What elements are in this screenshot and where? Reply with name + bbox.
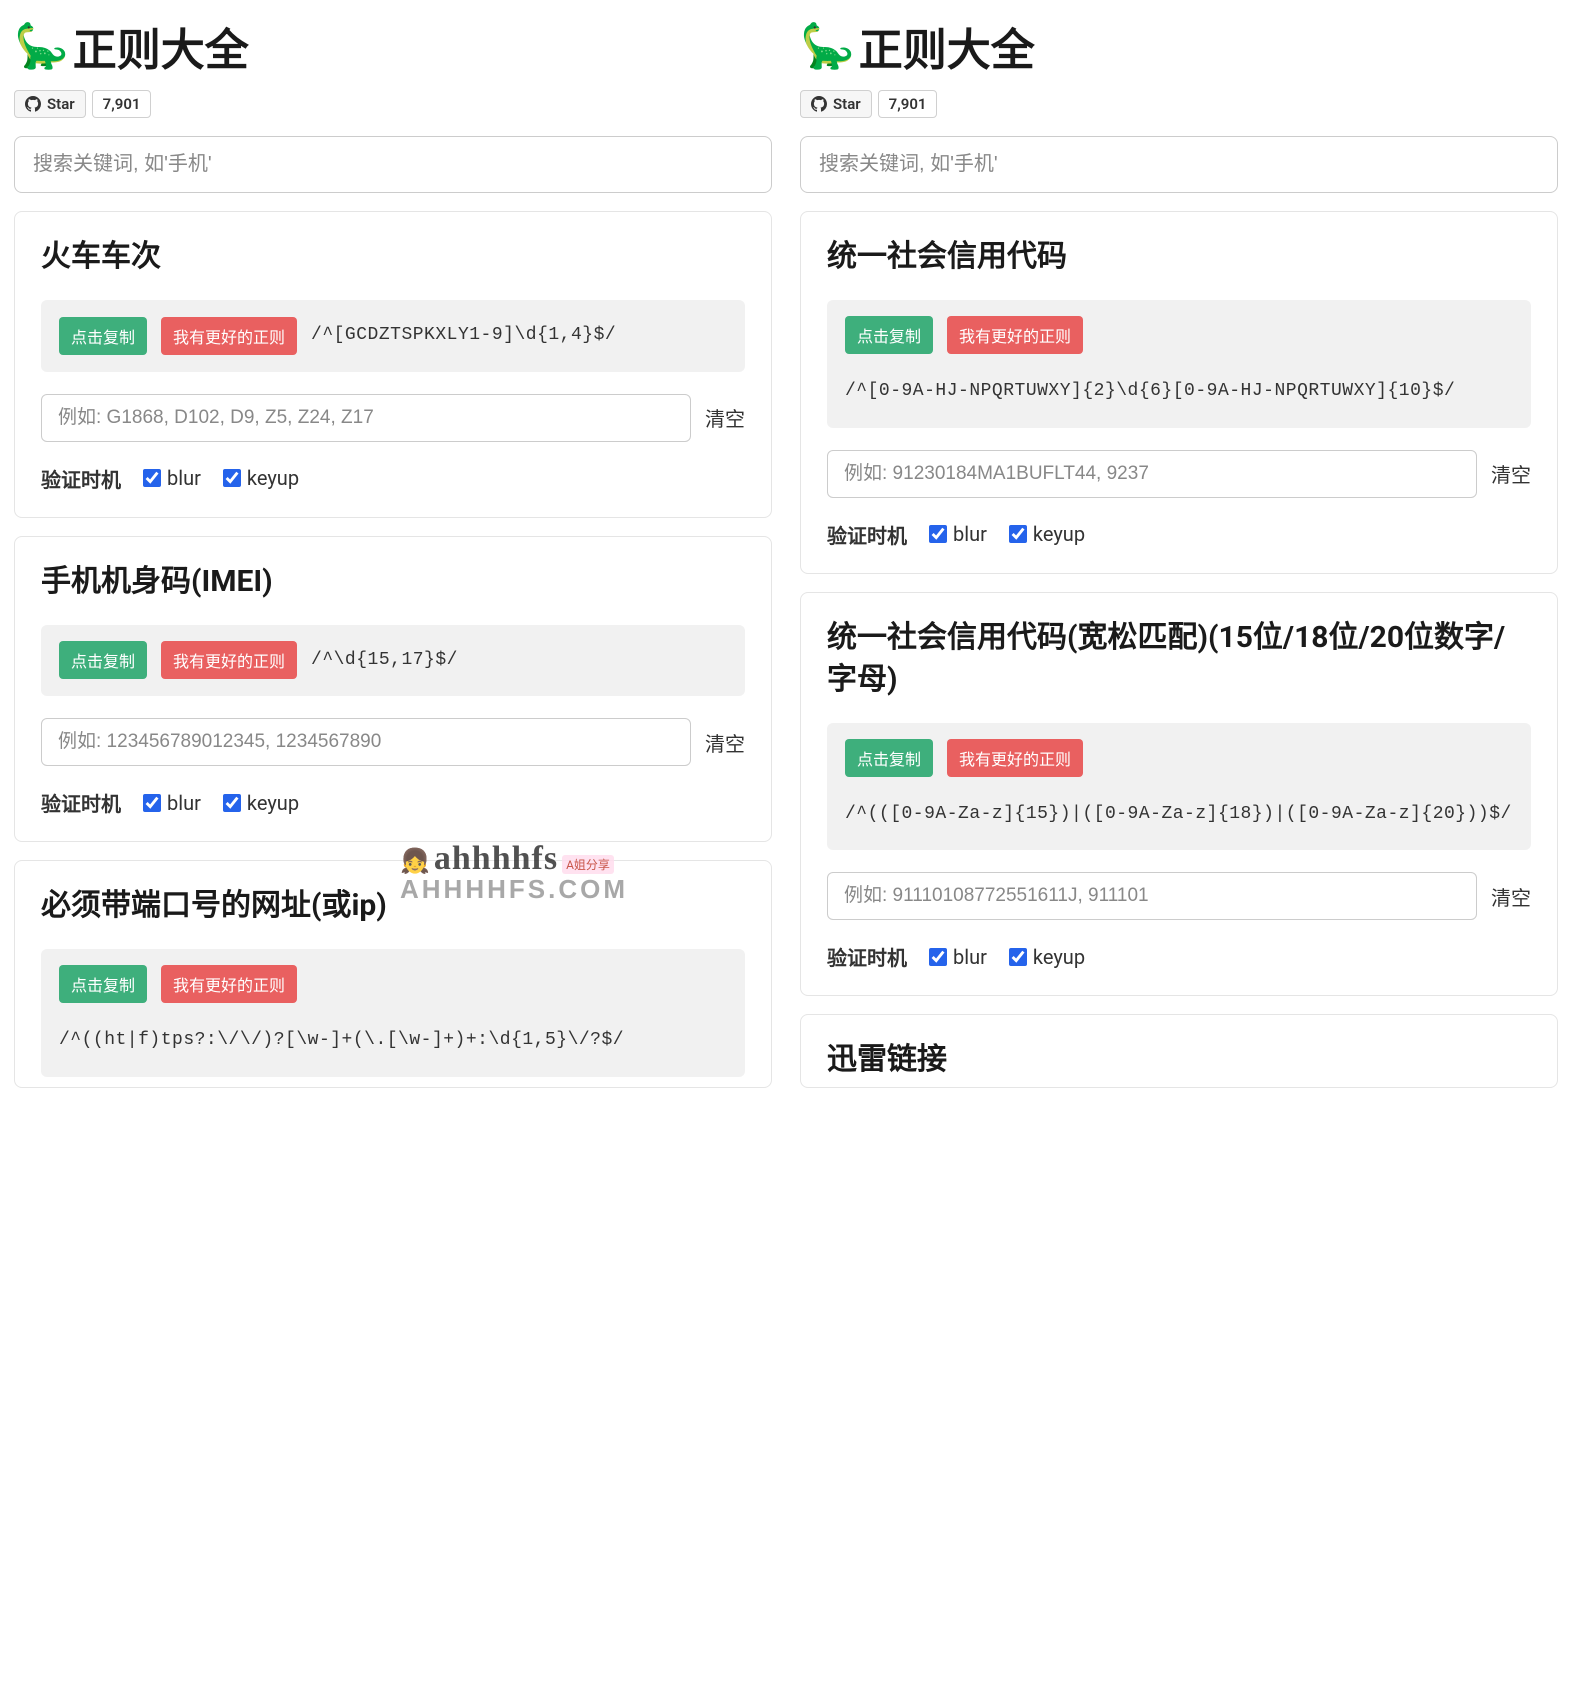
github-star-count[interactable]: 7,901 xyxy=(92,90,152,118)
title-text: 正则大全 xyxy=(859,14,1035,78)
better-regex-button[interactable]: 我有更好的正则 xyxy=(947,316,1083,354)
copy-button[interactable]: 点击复制 xyxy=(59,965,147,1003)
card-title: 迅雷链接 xyxy=(827,1039,1531,1081)
better-regex-button[interactable]: 我有更好的正则 xyxy=(161,317,297,355)
input-row: 清空 xyxy=(41,718,745,766)
github-star-button[interactable]: Star xyxy=(800,90,872,118)
github-badge: Star 7,901 xyxy=(14,90,772,118)
blur-checkbox-label[interactable]: blur xyxy=(143,466,201,490)
blur-checkbox[interactable] xyxy=(929,525,947,543)
card-title: 火车车次 xyxy=(41,236,745,278)
regex-card: 统一社会信用代码(宽松匹配)(15位/18位/20位数字/字母) 点击复制 我有… xyxy=(800,592,1558,997)
clear-button[interactable]: 清空 xyxy=(705,403,745,432)
verify-row: 验证时机 blur keyup xyxy=(41,464,745,493)
clear-button[interactable]: 清空 xyxy=(1491,882,1531,911)
keyup-checkbox-label[interactable]: keyup xyxy=(1009,522,1085,546)
example-input[interactable] xyxy=(827,450,1477,498)
regex-code: /^\d{15,17}$/ xyxy=(311,641,458,681)
page-title: 🦕 正则大全 xyxy=(800,14,1558,78)
verify-label: 验证时机 xyxy=(41,464,121,493)
keyup-checkbox-label[interactable]: keyup xyxy=(1009,945,1085,969)
keyup-text: keyup xyxy=(1033,945,1085,969)
regex-card: 统一社会信用代码 点击复制 我有更好的正则 /^[0-9A-HJ-NPQRTUW… xyxy=(800,211,1558,574)
keyup-text: keyup xyxy=(247,466,299,490)
blur-checkbox-label[interactable]: blur xyxy=(143,791,201,815)
regex-block: 点击复制 我有更好的正则 /^(([0-9A-Za-z]{15})|([0-9A… xyxy=(827,723,1531,851)
keyup-checkbox[interactable] xyxy=(223,469,241,487)
header: 🦕 正则大全 Star 7,901 xyxy=(14,14,772,118)
card-title: 必须带端口号的网址(或ip) xyxy=(41,885,745,927)
example-input[interactable] xyxy=(827,872,1477,920)
title-text: 正则大全 xyxy=(73,14,249,78)
input-row: 清空 xyxy=(827,872,1531,920)
input-row: 清空 xyxy=(827,450,1531,498)
regex-code: /^[0-9A-HJ-NPQRTUWXY]{2}\d{6}[0-9A-HJ-NP… xyxy=(845,372,1455,412)
regex-card: 必须带端口号的网址(或ip) 点击复制 我有更好的正则 /^((ht|f)tps… xyxy=(14,860,772,1088)
regex-code: /^(([0-9A-Za-z]{15})|([0-9A-Za-z]{18})|(… xyxy=(845,795,1512,835)
keyup-text: keyup xyxy=(247,791,299,815)
regex-block: 点击复制 我有更好的正则 /^((ht|f)tps?:\/\/)?[\w-]+(… xyxy=(41,949,745,1077)
right-column: 🦕 正则大全 Star 7,901 统一社会信用代码 点击复制 我有更好的正则 … xyxy=(800,14,1558,1088)
blur-checkbox-label[interactable]: blur xyxy=(929,945,987,969)
blur-checkbox[interactable] xyxy=(929,948,947,966)
example-input[interactable] xyxy=(41,394,691,442)
verify-label: 验证时机 xyxy=(41,788,121,817)
dino-icon: 🦕 xyxy=(14,20,69,72)
blur-checkbox[interactable] xyxy=(143,794,161,812)
star-label: Star xyxy=(833,95,861,113)
header: 🦕 正则大全 Star 7,901 xyxy=(800,14,1558,118)
clear-button[interactable]: 清空 xyxy=(1491,459,1531,488)
blur-checkbox-label[interactable]: blur xyxy=(929,522,987,546)
clear-button[interactable]: 清空 xyxy=(705,728,745,757)
better-regex-button[interactable]: 我有更好的正则 xyxy=(947,739,1083,777)
copy-button[interactable]: 点击复制 xyxy=(845,739,933,777)
blur-checkbox[interactable] xyxy=(143,469,161,487)
search-input[interactable] xyxy=(800,136,1558,193)
keyup-checkbox[interactable] xyxy=(1009,948,1027,966)
verify-label: 验证时机 xyxy=(827,520,907,549)
better-regex-button[interactable]: 我有更好的正则 xyxy=(161,641,297,679)
blur-text: blur xyxy=(167,791,201,815)
github-icon xyxy=(25,96,41,112)
better-regex-button[interactable]: 我有更好的正则 xyxy=(161,965,297,1003)
blur-text: blur xyxy=(953,945,987,969)
card-title: 统一社会信用代码(宽松匹配)(15位/18位/20位数字/字母) xyxy=(827,617,1531,701)
copy-button[interactable]: 点击复制 xyxy=(845,316,933,354)
verify-label: 验证时机 xyxy=(827,942,907,971)
keyup-checkbox-label[interactable]: keyup xyxy=(223,791,299,815)
verify-row: 验证时机 blur keyup xyxy=(827,942,1531,971)
copy-button[interactable]: 点击复制 xyxy=(59,317,147,355)
card-title: 统一社会信用代码 xyxy=(827,236,1531,278)
verify-row: 验证时机 blur keyup xyxy=(827,520,1531,549)
blur-text: blur xyxy=(953,522,987,546)
github-icon xyxy=(811,96,827,112)
regex-block: 点击复制 我有更好的正则 /^[GCDZTSPKXLY1-9]\d{1,4}$/ xyxy=(41,300,745,372)
input-row: 清空 xyxy=(41,394,745,442)
keyup-checkbox[interactable] xyxy=(1009,525,1027,543)
card-title: 手机机身码(IMEI) xyxy=(41,561,745,603)
left-column: 🦕 正则大全 Star 7,901 火车车次 点击复制 我有更好的正则 /^[G… xyxy=(14,14,772,1088)
github-star-count[interactable]: 7,901 xyxy=(878,90,938,118)
regex-code: /^[GCDZTSPKXLY1-9]\d{1,4}$/ xyxy=(311,316,616,356)
regex-card: 火车车次 点击复制 我有更好的正则 /^[GCDZTSPKXLY1-9]\d{1… xyxy=(14,211,772,518)
copy-button[interactable]: 点击复制 xyxy=(59,641,147,679)
regex-block: 点击复制 我有更好的正则 /^\d{15,17}$/ xyxy=(41,625,745,697)
keyup-text: keyup xyxy=(1033,522,1085,546)
keyup-checkbox[interactable] xyxy=(223,794,241,812)
page-title: 🦕 正则大全 xyxy=(14,14,772,78)
regex-card: 迅雷链接 xyxy=(800,1014,1558,1088)
regex-code: /^((ht|f)tps?:\/\/)?[\w-]+(\.[\w-]+)+:\d… xyxy=(59,1021,624,1061)
verify-row: 验证时机 blur keyup xyxy=(41,788,745,817)
regex-block: 点击复制 我有更好的正则 /^[0-9A-HJ-NPQRTUWXY]{2}\d{… xyxy=(827,300,1531,428)
github-badge: Star 7,901 xyxy=(800,90,1558,118)
example-input[interactable] xyxy=(41,718,691,766)
search-input[interactable] xyxy=(14,136,772,193)
regex-card: 手机机身码(IMEI) 点击复制 我有更好的正则 /^\d{15,17}$/ 清… xyxy=(14,536,772,843)
star-label: Star xyxy=(47,95,75,113)
github-star-button[interactable]: Star xyxy=(14,90,86,118)
keyup-checkbox-label[interactable]: keyup xyxy=(223,466,299,490)
dino-icon: 🦕 xyxy=(800,20,855,72)
blur-text: blur xyxy=(167,466,201,490)
